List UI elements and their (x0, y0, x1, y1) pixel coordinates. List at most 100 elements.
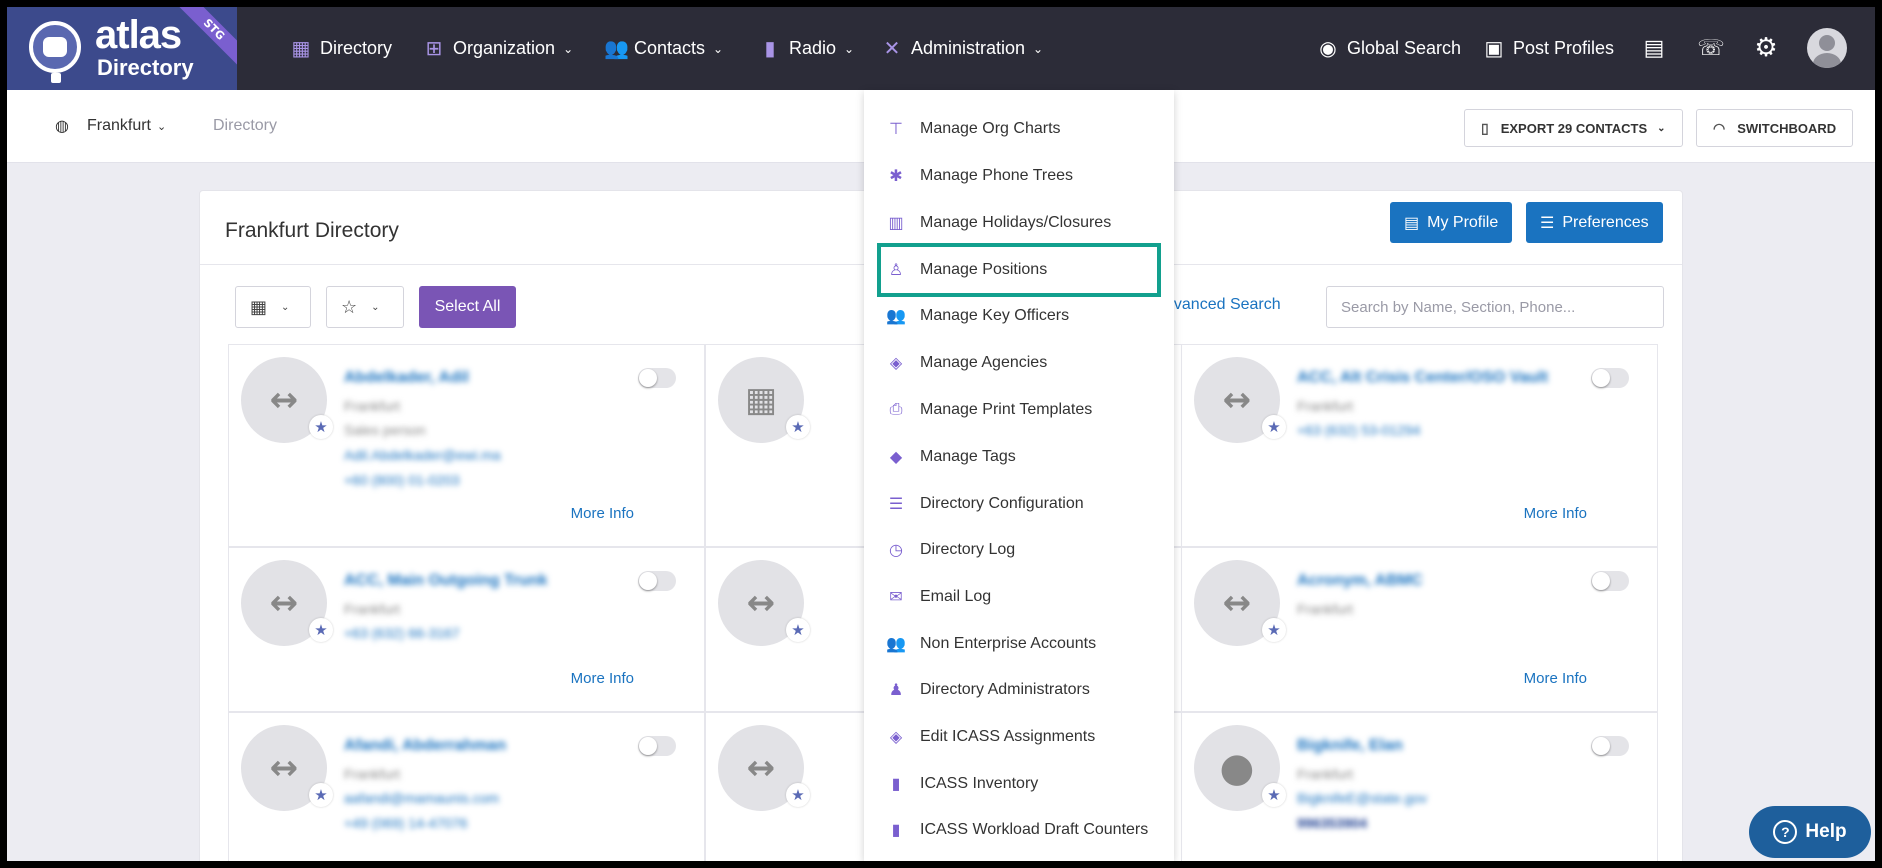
contact-location: Frankfurt (1297, 398, 1354, 414)
contact-name[interactable]: Bigknife, Elan (1297, 737, 1403, 755)
favorite-star-icon[interactable]: ★ (309, 783, 333, 807)
top-navbar: atlas Directory STG ▦ Directory ⊞ Organi… (7, 7, 1875, 90)
menu-item-manage-key-officers[interactable]: 👥 Manage Key Officers (864, 296, 1174, 336)
nav-global-search[interactable]: ◉ Global Search (1317, 7, 1461, 90)
contact-location: Frankfurt (344, 766, 401, 782)
logo-title: atlas (95, 13, 182, 57)
favorite-star-icon[interactable]: ★ (309, 415, 333, 439)
menu-item-label: Manage Holidays/Closures (920, 214, 1112, 231)
contact-name[interactable]: Abdelkader, Adil (344, 369, 469, 387)
contact-email[interactable]: Adil.Abdelkader@ewi.ma (344, 447, 501, 463)
contact-phone[interactable]: +63 (632) 66-3167 (344, 625, 460, 641)
menu-item-manage-agencies[interactable]: ◈ Manage Agencies (864, 343, 1174, 383)
app-logo[interactable]: atlas Directory STG (7, 7, 237, 90)
nav-post-profiles[interactable]: ▣ Post Profiles (1483, 7, 1615, 90)
contact-card[interactable]: ↔ ★ Afandi, Abderrahman Frankfurt aafand… (228, 712, 705, 861)
export-contacts-button[interactable]: ▯ EXPORT 29 CONTACTS ⌄ (1464, 109, 1683, 147)
contact-name[interactable]: Acronym, ABMC (1297, 572, 1423, 590)
menu-item-edit-icass-assignments[interactable]: ◈ Edit ICASS Assignments (864, 717, 1174, 757)
contact-phone[interactable]: +60 (800) 01-0203 (344, 472, 460, 488)
nav-organization[interactable]: ⊞ Organization ⌄ (423, 7, 574, 90)
layers-icon: ◈ (889, 729, 903, 746)
building-calendar-icon: ▥ (888, 215, 904, 232)
more-info-link[interactable]: More Info (1524, 505, 1587, 522)
nav-directory[interactable]: ▦ Directory (290, 7, 392, 90)
select-toggle[interactable] (638, 368, 676, 388)
menu-item-manage-positions[interactable]: ♙ Manage Positions (877, 243, 1161, 297)
more-info-link[interactable]: More Info (571, 505, 634, 522)
search-input[interactable] (1326, 286, 1664, 328)
favorite-star-icon[interactable]: ★ (309, 618, 333, 642)
favorite-star-icon[interactable]: ★ (786, 618, 810, 642)
select-toggle[interactable] (638, 736, 676, 756)
menu-item-label: Directory Administrators (920, 681, 1090, 698)
menu-item-manage-tags[interactable]: ◆ Manage Tags (864, 437, 1174, 477)
menu-item-manage-holidays[interactable]: ▥ Manage Holidays/Closures (864, 203, 1174, 243)
contact-name[interactable]: ACC, Main Outgoing Trunk (344, 572, 548, 590)
contact-name[interactable]: ACC, Alt Crisis Center/OSO Vault (1297, 369, 1548, 387)
chevron-down-icon: ⌄ (371, 301, 380, 313)
contact-email[interactable]: BigknifeE@state.gov (1297, 790, 1427, 806)
select-toggle[interactable] (1591, 368, 1629, 388)
select-toggle[interactable] (1591, 571, 1629, 591)
favorite-star-icon[interactable]: ★ (1262, 618, 1286, 642)
menu-item-label: Manage Org Charts (920, 120, 1061, 137)
contact-card[interactable]: ↔ ★ Abdelkader, Adil Frankfurt Sales per… (228, 344, 705, 547)
menu-item-directory-configuration[interactable]: ☰ Directory Configuration (864, 484, 1174, 524)
menu-item-label: Non Enterprise Accounts (920, 635, 1097, 652)
nav-administration[interactable]: ✕ Administration ⌄ (881, 7, 1044, 90)
menu-item-icass-workload-draft-counters[interactable]: ▮ ICASS Workload Draft Counters (864, 810, 1174, 850)
phone-call-icon[interactable]: ☏ (1694, 31, 1728, 65)
contact-card[interactable]: ↔ ★ ACC, Alt Crisis Center/OSO Vault Fra… (1181, 344, 1658, 547)
contact-title: Sales person (344, 422, 426, 438)
contact-name[interactable]: Afandi, Abderrahman (344, 737, 506, 755)
select-all-button[interactable]: Select All (419, 286, 516, 328)
contact-email[interactable]: aafandi@mamaunis.com (344, 790, 499, 806)
menu-item-icass-inventory[interactable]: ▮ ICASS Inventory (864, 764, 1174, 804)
menu-item-label: ICASS Inventory (920, 775, 1039, 792)
contact-phone[interactable]: 996353904 (1297, 815, 1367, 831)
sliders-icon: ☰ (1540, 214, 1555, 232)
menu-item-email-log[interactable]: ✉ Email Log (864, 577, 1174, 617)
nav-contacts-label: Contacts (634, 38, 706, 58)
contact-card[interactable]: ● ★ Bigknife, Elan Frankfurt BigknifeE@s… (1181, 712, 1658, 861)
user-avatar[interactable] (1807, 28, 1847, 68)
nav-contacts[interactable]: 👥 Contacts ⌄ (604, 7, 723, 90)
nav-radio[interactable]: ▮ Radio ⌄ (759, 7, 854, 90)
advanced-search-link[interactable]: dvanced Search (1165, 296, 1281, 314)
select-toggle[interactable] (638, 571, 676, 591)
favorite-star-icon[interactable]: ★ (1262, 783, 1286, 807)
more-info-link[interactable]: More Info (571, 670, 634, 687)
location-selector[interactable]: ◍ Frankfurt ⌄ (55, 116, 166, 136)
favorites-filter-select[interactable]: ☆ ⌄ (326, 286, 404, 328)
nav-administration-label: Administration (911, 38, 1026, 58)
headset-icon: ◠ (1713, 119, 1726, 136)
favorite-star-icon[interactable]: ★ (1262, 415, 1286, 439)
my-profile-label: My Profile (1427, 213, 1499, 231)
menu-item-manage-org-charts[interactable]: ⊤ Manage Org Charts (864, 109, 1174, 149)
menu-item-non-enterprise-accounts[interactable]: 👥 Non Enterprise Accounts (864, 624, 1174, 664)
menu-item-directory-administrators[interactable]: ♟ Directory Administrators (864, 670, 1174, 710)
menu-item-directory-log[interactable]: ◷ Directory Log (864, 530, 1174, 570)
contact-card[interactable]: ↔ ★ ACC, Main Outgoing Trunk Frankfurt +… (228, 547, 705, 712)
logo-subtitle: Directory (97, 55, 194, 80)
contact-card[interactable]: ↔ ★ Acronym, ABMC Frankfurt More Info (1181, 547, 1658, 712)
settings-gears-icon[interactable]: ⚙ (1749, 31, 1783, 65)
my-profile-button[interactable]: ▤ My Profile (1390, 202, 1513, 243)
clipboard-icon[interactable]: ▤ (1637, 31, 1671, 65)
help-button[interactable]: ? Help (1749, 806, 1871, 858)
menu-item-manage-phone-trees[interactable]: ✱ Manage Phone Trees (864, 156, 1174, 196)
sitemap-icon: ⊤ (889, 121, 903, 138)
select-toggle[interactable] (1591, 736, 1629, 756)
breadcrumb[interactable]: Directory (213, 117, 277, 135)
favorite-star-icon[interactable]: ★ (786, 415, 810, 439)
more-info-link[interactable]: More Info (1524, 670, 1587, 687)
switchboard-button[interactable]: ◠ SWITCHBOARD (1696, 109, 1854, 147)
preferences-button[interactable]: ☰ Preferences (1526, 202, 1663, 243)
favorite-star-icon[interactable]: ★ (786, 783, 810, 807)
menu-item-manage-print-templates[interactable]: ⎙ Manage Print Templates (864, 390, 1174, 430)
view-mode-select[interactable]: ▦ ⌄ (235, 286, 311, 328)
contact-phone[interactable]: +63 (632) 53-01294 (1297, 422, 1420, 438)
contact-phone[interactable]: +49 (069) 14-47076 (344, 815, 467, 831)
tags-icon: ◆ (889, 449, 903, 466)
